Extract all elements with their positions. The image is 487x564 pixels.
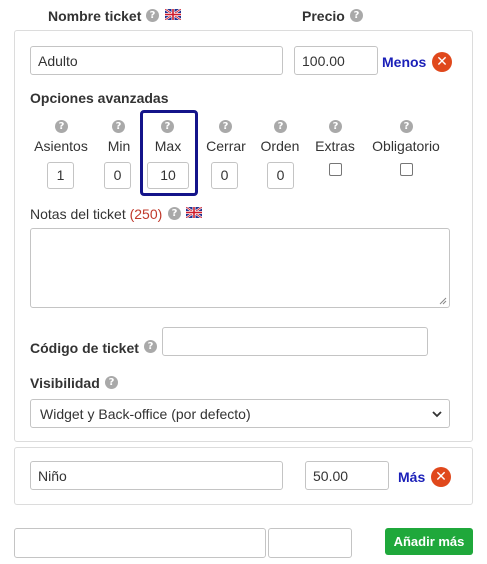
close-help-icon[interactable]: ? — [219, 120, 232, 133]
ticket-name-header-label: Nombre ticket — [48, 8, 142, 24]
advanced-options-title: Opciones avanzadas — [30, 90, 169, 106]
ticket-price-input[interactable] — [294, 46, 378, 75]
visibility-help-icon[interactable]: ? — [105, 376, 118, 389]
price-header: Precio — [302, 8, 345, 24]
ticket-price-input-2[interactable] — [305, 461, 389, 490]
mandatory-help-icon[interactable]: ? — [400, 120, 413, 133]
visibility-select[interactable]: Widget y Back-office (por defecto) — [30, 399, 450, 428]
extras-checkbox[interactable] — [329, 163, 342, 176]
seats-input[interactable]: 1 — [47, 162, 74, 189]
price-header-label: Precio — [302, 8, 345, 24]
mandatory-checkbox[interactable] — [400, 163, 413, 176]
max-input[interactable]: 10 — [147, 162, 189, 189]
uk-flag-icon — [186, 207, 202, 218]
close-label: Cerrar — [206, 138, 246, 154]
seats-help-icon[interactable]: ? — [55, 120, 68, 133]
ticket-notes-label: Notas del ticket (250) — [30, 206, 162, 222]
order-label: Orden — [260, 138, 300, 154]
min-help-icon[interactable]: ? — [112, 120, 125, 133]
order-input[interactable]: 0 — [267, 162, 294, 189]
extras-help-icon[interactable]: ? — [329, 120, 342, 133]
new-ticket-price-input[interactable] — [268, 528, 352, 558]
visibility-label: Visibilidad — [30, 375, 100, 391]
ticket-code-input[interactable] — [162, 327, 428, 356]
ticket-notes-count: (250) — [129, 206, 163, 222]
ticket-notes-textarea[interactable] — [30, 228, 450, 308]
min-label: Min — [107, 138, 131, 154]
close-input[interactable]: 0 — [211, 162, 238, 189]
remove-ticket-icon[interactable]: ✕ — [432, 52, 452, 72]
resize-handle-icon[interactable] — [439, 297, 447, 305]
mandatory-label: Obligatorio — [372, 138, 440, 154]
ticket-code-help-icon[interactable]: ? — [144, 340, 157, 353]
more-options-link[interactable]: Más — [398, 469, 425, 485]
extras-label: Extras — [315, 138, 355, 154]
order-help-icon[interactable]: ? — [274, 120, 287, 133]
remove-ticket-icon-2[interactable]: ✕ — [431, 467, 451, 487]
ticket-name-header: Nombre ticket — [48, 8, 141, 24]
add-more-button[interactable]: Añadir más — [385, 528, 473, 555]
ticket-name-input[interactable] — [30, 46, 283, 75]
uk-flag-icon — [165, 9, 181, 20]
ticket-code-label: Código de ticket — [30, 340, 139, 356]
ticket-notes-label-text: Notas del ticket — [30, 206, 126, 222]
new-ticket-name-input[interactable] — [14, 528, 266, 558]
ticket-name-help-icon[interactable]: ? — [146, 9, 159, 22]
visibility-selected-value: Widget y Back-office (por defecto) — [40, 406, 251, 422]
price-help-icon[interactable]: ? — [350, 9, 363, 22]
seats-label: Asientos — [34, 138, 88, 154]
chevron-down-icon — [432, 411, 442, 418]
min-input[interactable]: 0 — [104, 162, 131, 189]
less-options-link[interactable]: Menos — [382, 54, 426, 70]
notes-help-icon[interactable]: ? — [168, 207, 181, 220]
ticket-name-input-2[interactable] — [30, 461, 283, 490]
